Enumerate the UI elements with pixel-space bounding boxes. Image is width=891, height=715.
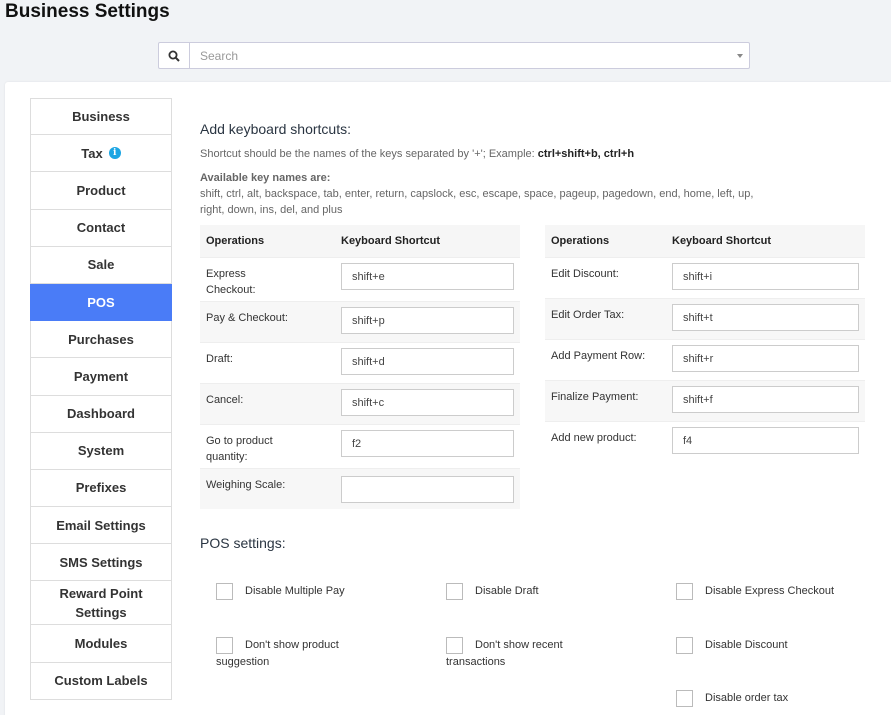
checkbox[interactable] xyxy=(676,637,693,654)
nav-item-modules[interactable]: Modules xyxy=(30,625,172,663)
nav-item-purchases[interactable]: Purchases xyxy=(30,321,172,359)
key-names-list: shift, ctrl, alt, backspace, tab, enter,… xyxy=(200,188,754,216)
table-row: Weighing Scale: xyxy=(200,468,520,509)
shortcuts-table-left: Operations Keyboard Shortcut Express Che… xyxy=(200,225,520,509)
chevron-down-icon[interactable] xyxy=(737,54,743,58)
shortcut-input[interactable] xyxy=(341,307,514,334)
search-button[interactable] xyxy=(159,43,190,68)
col-keyboard-shortcut: Keyboard Shortcut xyxy=(672,235,772,247)
nav-item-sale[interactable]: Sale xyxy=(30,246,172,284)
checkbox-disable-draft[interactable]: Disable Draft xyxy=(446,583,539,600)
table-row: Express Checkout: xyxy=(200,257,520,301)
shortcut-input[interactable] xyxy=(672,386,859,413)
checkbox-dont-show-product-suggestion[interactable]: Don't show product suggestion xyxy=(216,637,339,668)
operation-label: Edit Order Tax: xyxy=(551,309,625,321)
shortcuts-title: Add keyboard shortcuts: xyxy=(200,121,351,137)
checkbox[interactable] xyxy=(446,583,463,600)
nav-item-dashboard[interactable]: Dashboard xyxy=(30,395,172,433)
col-keyboard-shortcut: Keyboard Shortcut xyxy=(341,235,441,247)
shortcut-input[interactable] xyxy=(672,345,859,372)
operation-label: Go to product quantity: xyxy=(206,435,273,463)
search-input[interactable] xyxy=(190,43,720,68)
nav-item-sms-settings[interactable]: SMS Settings xyxy=(30,544,172,582)
nav-item-tax[interactable]: Tax i xyxy=(30,135,172,173)
shortcut-input[interactable] xyxy=(672,304,859,331)
operation-label: Edit Discount: xyxy=(551,268,619,280)
nav-item-pos[interactable]: POS xyxy=(30,283,172,322)
checkbox[interactable] xyxy=(676,583,693,600)
page-title: Business Settings xyxy=(5,1,170,22)
operation-label: Draft: xyxy=(206,353,233,365)
table-row: Cancel: xyxy=(200,383,520,424)
nav-item-prefixes[interactable]: Prefixes xyxy=(30,469,172,508)
checkbox-disable-discount[interactable]: Disable Discount xyxy=(676,637,788,654)
checkbox-disable-order-tax[interactable]: Disable order tax xyxy=(676,690,788,707)
table-row: Go to product quantity: xyxy=(200,424,520,468)
table-header: Operations Keyboard Shortcut xyxy=(200,225,520,257)
checkbox[interactable] xyxy=(216,637,233,654)
operation-label: Weighing Scale: xyxy=(206,479,286,491)
shortcut-input[interactable] xyxy=(341,389,514,416)
nav-item-contact[interactable]: Contact xyxy=(30,209,172,247)
table-row: Edit Order Tax: xyxy=(545,298,865,339)
table-row: Finalize Payment: xyxy=(545,380,865,421)
operation-label: Cancel: xyxy=(206,394,244,406)
shortcut-input[interactable] xyxy=(672,427,859,454)
search-bar[interactable] xyxy=(158,42,750,69)
nav-item-reward-point-settings[interactable]: Reward Point Settings xyxy=(30,581,172,626)
table-row: Draft: xyxy=(200,342,520,383)
col-operations: Operations xyxy=(551,235,610,247)
pos-settings-title: POS settings: xyxy=(200,535,286,551)
checkbox[interactable] xyxy=(216,583,233,600)
col-operations: Operations xyxy=(206,235,265,247)
operation-label: Add Payment Row: xyxy=(551,350,646,362)
nav-item-payment[interactable]: Payment xyxy=(30,358,172,396)
table-row: Add new product: xyxy=(545,421,865,462)
checkbox[interactable] xyxy=(446,637,463,654)
checkbox-dont-show-recent-transactions[interactable]: Don't show recent transactions xyxy=(446,637,563,668)
checkbox[interactable] xyxy=(676,690,693,707)
shortcut-input[interactable] xyxy=(341,430,514,457)
checkbox-disable-express-checkout[interactable]: Disable Express Checkout xyxy=(676,583,834,600)
nav-item-business[interactable]: Business xyxy=(30,98,172,136)
operation-label: Finalize Payment: xyxy=(551,391,639,403)
shortcut-input[interactable] xyxy=(341,348,514,375)
operation-label: Pay & Checkout: xyxy=(206,312,288,324)
nav-item-product[interactable]: Product xyxy=(30,172,172,210)
shortcut-hint: Shortcut should be the names of the keys… xyxy=(200,148,635,160)
table-header: Operations Keyboard Shortcut xyxy=(545,225,865,257)
table-row: Edit Discount: xyxy=(545,257,865,298)
info-icon[interactable]: i xyxy=(108,147,121,160)
operation-label: Add new product: xyxy=(551,432,637,444)
table-row: Pay & Checkout: xyxy=(200,301,520,342)
table-row: Add Payment Row: xyxy=(545,339,865,380)
search-icon xyxy=(168,50,180,62)
nav-item-email-settings[interactable]: Email Settings xyxy=(30,507,172,545)
nav-item-system[interactable]: System xyxy=(30,432,172,470)
checkbox-disable-multiple-pay[interactable]: Disable Multiple Pay xyxy=(216,583,345,600)
shortcut-input[interactable] xyxy=(672,263,859,290)
shortcuts-table-right: Operations Keyboard Shortcut Edit Discou… xyxy=(545,225,865,462)
settings-nav: Business Tax i Product Contact Sale POS P… xyxy=(30,98,172,700)
nav-item-custom-labels[interactable]: Custom Labels xyxy=(30,662,172,700)
operation-label: Express Checkout: xyxy=(206,268,256,296)
shortcut-input[interactable] xyxy=(341,476,514,503)
shortcut-input[interactable] xyxy=(341,263,514,290)
key-names-title: Available key names are: xyxy=(200,172,331,184)
